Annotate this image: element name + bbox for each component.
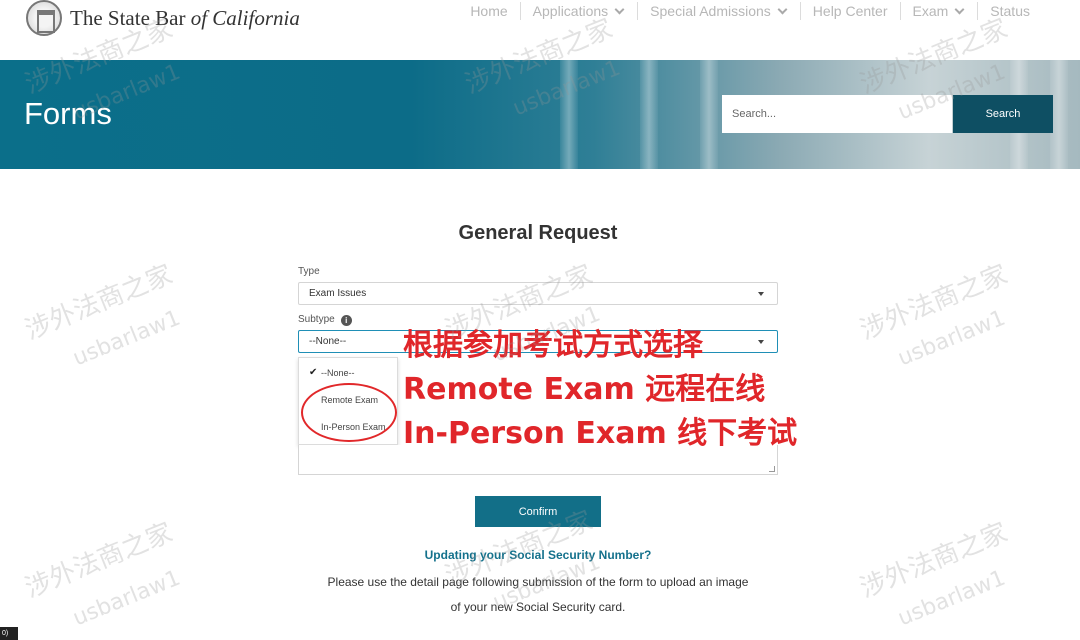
nav-label: Status <box>990 3 1030 19</box>
info-icon[interactable]: i <box>340 315 352 326</box>
nav-label: Special Admissions <box>650 3 771 19</box>
nav-item-help-center[interactable]: Help Center <box>799 2 900 20</box>
logo-text: The State Bar of California <box>70 6 300 31</box>
ssn-instructions-line2: of your new Social Security card. <box>450 600 626 614</box>
watermark-en: usbarlaw1 <box>894 305 1010 372</box>
logo-text-italic: of California <box>190 5 300 30</box>
form-title: General Request <box>458 222 618 244</box>
subtype-label-row: Subtype i <box>298 314 352 326</box>
check-icon: ✔ <box>309 367 318 378</box>
banner-column-decoration <box>560 60 578 169</box>
page-title: Forms <box>24 96 112 131</box>
option-label: --None-- <box>321 368 355 378</box>
state-bar-seal-icon <box>26 0 62 36</box>
chevron-down-icon <box>777 4 788 14</box>
watermark-cn: 涉外法商之家 <box>855 259 1012 346</box>
annotation-line-2: Remote Exam 远程在线 <box>403 372 766 407</box>
ssn-update-link[interactable]: Updating your Social Security Number? <box>0 548 1076 562</box>
search-button[interactable]: Search <box>953 95 1053 133</box>
main-nav: Home Applications Special Admissions Hel… <box>458 2 1042 20</box>
annotation-circle <box>301 383 397 442</box>
annotation-line-1: 根据参加考试方式选择 <box>403 328 703 363</box>
type-label: Type <box>298 266 320 277</box>
resize-handle-icon[interactable] <box>769 466 775 472</box>
banner-column-decoration <box>700 60 718 169</box>
chevron-down-icon <box>614 4 625 14</box>
type-select[interactable]: Exam Issues <box>298 282 778 305</box>
nav-item-applications[interactable]: Applications <box>519 2 638 20</box>
nav-item-special-admissions[interactable]: Special Admissions <box>637 2 800 20</box>
caret-down-icon <box>758 340 764 344</box>
watermark-cn: 涉外法商之家 <box>20 259 177 346</box>
corner-tag: 0) <box>0 627 18 640</box>
nav-item-exam[interactable]: Exam <box>899 2 978 20</box>
nav-label: Help Center <box>812 3 888 19</box>
watermark-en: usbarlaw1 <box>69 305 185 372</box>
logo-text-plain: The State Bar <box>70 5 191 30</box>
state-bar-logo[interactable]: The State Bar of California <box>26 0 300 36</box>
nav-item-home[interactable]: Home <box>458 2 519 20</box>
subtype-label: Subtype <box>298 314 335 325</box>
annotation-line-3: In-Person Exam 线下考试 <box>403 416 798 451</box>
nav-label: Exam <box>912 3 949 19</box>
caret-down-icon <box>758 292 764 296</box>
ssn-instructions-line1: Please use the detail page following sub… <box>327 575 749 589</box>
search-input[interactable] <box>722 95 952 133</box>
banner-column-decoration <box>640 60 658 169</box>
page-banner: Forms Search <box>0 60 1080 169</box>
nav-label: Home <box>470 3 508 19</box>
nav-item-status[interactable]: Status <box>977 2 1042 20</box>
site-header: The State Bar of California Home Applica… <box>0 0 1080 60</box>
chevron-down-icon <box>954 4 965 14</box>
subtype-select-value: --None-- <box>309 336 347 347</box>
confirm-button[interactable]: Confirm <box>475 496 601 527</box>
dropdown-option-none[interactable]: ✔ --None-- <box>299 364 397 382</box>
nav-label: Applications <box>532 3 609 19</box>
type-select-value: Exam Issues <box>309 288 367 299</box>
